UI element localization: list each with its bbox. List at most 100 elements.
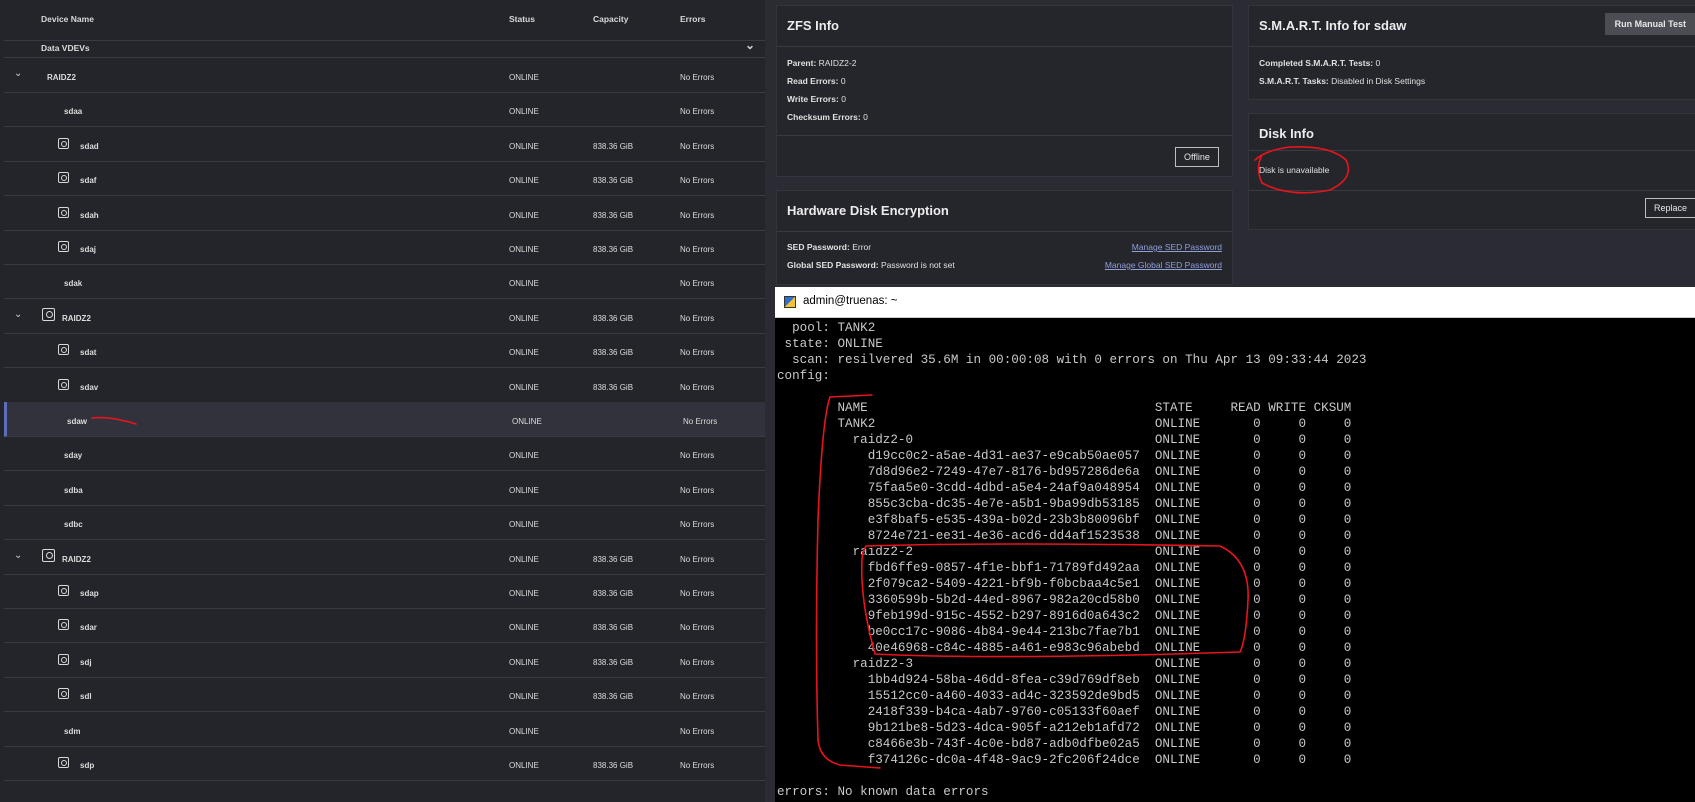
chevron-down-icon[interactable]: ⌄ — [745, 38, 755, 52]
disk-row[interactable]: sdap ONLINE 838.36 GiB No Errors — [4, 574, 765, 609]
device-errors: No Errors — [680, 761, 715, 770]
disk-row[interactable]: sdaf ONLINE 838.36 GiB No Errors — [4, 161, 765, 197]
device-capacity: 838.36 GiB — [593, 313, 634, 323]
disk-row[interactable]: sdp ONLINE 838.36 GiB No Errors — [4, 746, 765, 781]
disk-row[interactable]: sdaj ONLINE 838.36 GiB No Errors — [4, 230, 765, 265]
device-name: sday — [64, 451, 83, 461]
vdev-row[interactable]: ⌄ RAIDZ2 ONLINE No Errors — [4, 58, 765, 93]
device-name: sdak — [64, 279, 83, 289]
device-status: ONLINE — [509, 761, 539, 770]
device-name: sdba — [64, 485, 83, 495]
write-errors-value: 0 — [841, 94, 846, 104]
device-errors: No Errors — [680, 485, 715, 495]
col-status: Status — [509, 14, 535, 24]
disk-row[interactable]: sday ONLINE No Errors — [4, 436, 765, 472]
device-errors: No Errors — [680, 382, 715, 392]
device-capacity: 838.36 GiB — [593, 141, 634, 151]
terminal-line: 9feb199d-915c-4552-b297-8916d0a643c2 ONL… — [777, 609, 1352, 623]
disk-row[interactable]: sdj ONLINE 838.36 GiB No Errors — [4, 643, 765, 678]
disk-icon — [58, 137, 69, 149]
terminal-line: raidz2-3 ONLINE 0 0 0 — [777, 657, 1352, 671]
manage-global-sed-link[interactable]: Manage Global SED Password — [1105, 260, 1222, 270]
device-name: sdaf — [80, 176, 97, 186]
device-status: ONLINE — [509, 141, 539, 151]
terminal-line: c8466e3b-743f-4c0e-bd87-adb0dfbe02a5 ONL… — [777, 737, 1352, 751]
device-status: ONLINE — [509, 73, 539, 82]
terminal-window[interactable]: admin@truenas: ~ pool: TANK2 state: ONLI… — [775, 287, 1695, 802]
disk-icon — [58, 378, 69, 390]
disk-icon — [58, 172, 69, 184]
run-manual-test-button[interactable]: Run Manual Test — [1604, 13, 1695, 35]
terminal-line: 1bb4d924-58ba-46dd-8fea-c39d769df8eb ONL… — [777, 673, 1352, 687]
chevron-down-icon[interactable]: ⌄ — [14, 550, 22, 561]
disk-row[interactable]: sdba ONLINE No Errors — [4, 471, 765, 506]
disk-row[interactable]: sdar ONLINE 838.36 GiB No Errors — [4, 608, 765, 644]
data-vdevs-label: Data VDEVs — [41, 43, 90, 53]
device-status: ONLINE — [509, 692, 539, 702]
device-errors: No Errors — [680, 73, 715, 82]
device-name: sdav — [80, 382, 99, 392]
disk-row[interactable]: sdbc ONLINE No Errors — [4, 505, 765, 541]
offline-button[interactable]: Offline — [1175, 147, 1219, 167]
device-errors: No Errors — [683, 417, 718, 426]
vdev-row[interactable]: ⌄ RAIDZ2 ONLINE 838.36 GiB No Errors — [4, 299, 765, 334]
device-capacity: 838.36 GiB — [593, 176, 634, 186]
vdev-icon — [42, 548, 55, 562]
device-errors: No Errors — [680, 657, 715, 667]
disk-row[interactable]: sdat ONLINE 838.36 GiB No Errors — [4, 333, 765, 369]
device-status: ONLINE — [512, 417, 542, 426]
terminal-line: 40e46968-c84c-4885-a461-e983c96abebd ONL… — [777, 641, 1352, 655]
device-errors: No Errors — [680, 692, 715, 702]
disk-row[interactable]: sdaa ONLINE No Errors — [4, 92, 765, 128]
device-capacity: 838.36 GiB — [593, 692, 634, 702]
terminal-line: raidz2-2 ONLINE 0 0 0 — [777, 545, 1352, 559]
disk-row[interactable]: sdl ONLINE 838.36 GiB No Errors — [4, 677, 765, 713]
disk-row[interactable]: sdaw ONLINE No Errors — [4, 402, 765, 437]
device-name: sdj — [80, 657, 92, 667]
device-name: sdp — [80, 761, 95, 770]
device-capacity: 838.36 GiB — [593, 245, 634, 254]
device-name: sdaw — [67, 417, 88, 426]
chevron-down-icon[interactable]: ⌄ — [14, 68, 22, 79]
device-name: RAIDZ2 — [62, 554, 91, 564]
device-name: sdaj — [80, 245, 97, 254]
device-status: ONLINE — [509, 107, 539, 117]
disk-row[interactable]: sdav ONLINE 838.36 GiB No Errors — [4, 368, 765, 403]
replace-button[interactable]: Replace — [1644, 198, 1695, 218]
terminal-line: config: — [777, 369, 830, 383]
manage-sed-link[interactable]: Manage SED Password — [1132, 242, 1222, 252]
terminal-line: e3f8baf5-e535-439a-b02d-23b3b80096bf ONL… — [777, 513, 1352, 527]
terminal-title: admin@truenas: ~ — [803, 295, 898, 307]
disk-row[interactable]: sdah ONLINE 838.36 GiB No Errors — [4, 196, 765, 231]
device-capacity: 838.36 GiB — [593, 589, 634, 598]
device-status: ONLINE — [509, 726, 539, 736]
device-name: RAIDZ2 — [62, 313, 91, 323]
disk-icon — [58, 688, 69, 700]
device-status: ONLINE — [509, 348, 539, 358]
terminal-line: fbd6ffe9-0857-4f1e-bbf1-71789fd492aa ONL… — [777, 561, 1352, 575]
device-name: sdm — [64, 726, 81, 736]
device-errors: No Errors — [680, 313, 715, 323]
data-vdevs-group[interactable]: Data VDEVs ⌄ — [4, 37, 765, 58]
terminal-line: 75faa5e0-3cdd-4dbd-a5e4-24af9a048954 ONL… — [777, 481, 1352, 495]
device-status: ONLINE — [509, 313, 539, 323]
device-capacity: 838.36 GiB — [593, 554, 634, 564]
disk-row[interactable]: sdm ONLINE No Errors — [4, 712, 765, 747]
terminal-line: 9b121be8-5d23-4dca-905f-a212eb1afd72 ONL… — [777, 721, 1352, 735]
chevron-down-icon[interactable]: ⌄ — [14, 309, 22, 320]
disk-row[interactable]: sdak ONLINE No Errors — [4, 264, 765, 300]
hw-encryption-title: Hardware Disk Encryption — [787, 203, 949, 218]
vdev-row[interactable]: ⌄ RAIDZ2 ONLINE 838.36 GiB No Errors — [4, 540, 765, 575]
device-name: sdad — [80, 141, 99, 151]
disk-info-title: Disk Info — [1259, 126, 1314, 141]
device-status: ONLINE — [509, 279, 539, 289]
parent-value: RAIDZ2-2 — [818, 58, 857, 68]
sed-password-line: SED Password: Error — [787, 242, 872, 252]
device-status: ONLINE — [509, 210, 539, 220]
device-name: sdbc — [64, 520, 83, 530]
table-header: Device Name Status Capacity Errors — [4, 4, 765, 41]
device-capacity: 838.36 GiB — [593, 761, 634, 770]
disk-row[interactable]: sdad ONLINE 838.36 GiB No Errors — [4, 127, 765, 162]
terminal-line: NAME STATE READ WRITE CKSUM — [777, 401, 1352, 415]
device-status: ONLINE — [509, 382, 539, 392]
